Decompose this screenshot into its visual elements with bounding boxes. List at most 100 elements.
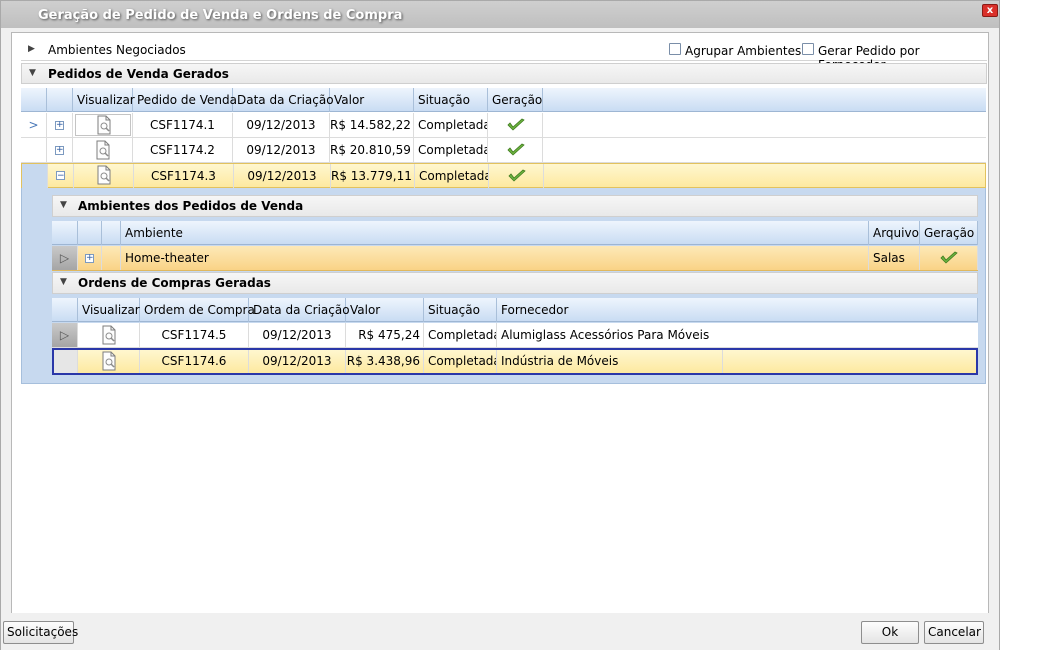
detail-panel: ▼ Ambientes dos Pedidos de Venda Ambient… — [21, 188, 986, 384]
ordens-grid-header: Visualizar Ordem de Compra Data da Criaç… — [52, 298, 978, 322]
spacer-cell — [102, 246, 121, 270]
valor-cell: R$ 20.810,59 — [330, 138, 414, 162]
collapsed-arrow-icon[interactable]: ▶ — [28, 44, 35, 54]
ambientes-negociados-label: Ambientes Negociados — [48, 43, 186, 57]
header-data-criacao[interactable]: Data da Criação — [249, 298, 350, 322]
row-marker-cell — [22, 164, 48, 188]
header-geracao[interactable]: Geração — [920, 221, 978, 245]
cancelar-button[interactable]: Cancelar — [924, 621, 984, 644]
table-row-selected[interactable]: − CSF1174.3 09/12/2013 R$ 13.779,11 Comp… — [21, 163, 986, 188]
fornecedor-cell: Indústria de Móveis — [497, 350, 723, 373]
expand-icon[interactable]: + — [55, 121, 64, 130]
header-visualizar[interactable]: Visualizar — [73, 88, 135, 112]
table-row[interactable]: + CSF1174.2 09/12/2013 R$ 20.810,59 Comp… — [21, 138, 986, 163]
dialog-content: ▶ Ambientes Negociados Agrupar Ambientes… — [11, 32, 989, 614]
ambientes-pedidos-section-label: Ambientes dos Pedidos de Venda — [78, 199, 304, 213]
header-spacer-cell — [102, 221, 121, 245]
pedidos-grid-header: Visualizar Pedido de Venda Data da Criaç… — [21, 88, 986, 112]
header-situacao[interactable]: Situação — [414, 88, 488, 112]
table-row-selected[interactable]: ▷ + Home-theater Salas — [52, 246, 978, 271]
valor-cell: R$ 13.779,11 — [331, 164, 415, 188]
data-cell: 09/12/2013 — [234, 164, 331, 188]
header-data-criacao[interactable]: Data da Criação — [233, 88, 334, 112]
expand-icon[interactable]: + — [85, 254, 94, 263]
header-pedido-venda[interactable]: Pedido de Venda — [133, 88, 237, 112]
visualizar-cell — [73, 113, 133, 137]
collapse-icon[interactable]: − — [56, 171, 65, 181]
ambientes-pedidos-section-bar[interactable]: ▼ Ambientes dos Pedidos de Venda — [52, 195, 978, 217]
document-preview-icon[interactable] — [94, 140, 112, 160]
row-marker-cell — [54, 350, 78, 373]
situacao-cell: Completada — [414, 138, 488, 162]
solicitacoes-button[interactable]: Solicitações — [3, 621, 78, 644]
situacao-cell: Completada — [424, 350, 497, 373]
row-marker-cell: ▷ — [52, 246, 78, 270]
fornecedor-cell: Alumiglass Acessórios Para Móveis — [501, 328, 710, 342]
valor-cell: R$ 3.438,96 — [346, 350, 424, 373]
valor-cell: R$ 14.582,22 — [330, 113, 414, 137]
pedidos-section-label: Pedidos de Venda Gerados — [48, 67, 229, 81]
visualizar-cell — [78, 323, 140, 347]
expand-icon[interactable]: + — [55, 146, 64, 155]
checkmark-icon — [507, 143, 525, 156]
title-bar[interactable]: Geração de Pedido de Venda e Ordens de C… — [1, 1, 999, 28]
expanded-arrow-icon[interactable]: ▼ — [29, 68, 36, 78]
document-preview-icon[interactable] — [100, 325, 118, 345]
table-row-focused[interactable]: CSF1174.6 09/12/2013 R$ 3.438,96 Complet… — [52, 348, 978, 375]
visualizar-cell — [74, 164, 134, 188]
ambientes-negociados-bar[interactable]: ▶ Ambientes Negociados Agrupar Ambientes… — [21, 40, 987, 72]
row-marker-cell: ▷ — [52, 323, 78, 347]
checkmark-icon — [508, 169, 526, 182]
ambiente-cell: Home-theater — [121, 246, 869, 270]
header-valor[interactable]: Valor — [346, 298, 424, 322]
document-preview-icon[interactable] — [100, 351, 118, 371]
header-visualizar[interactable]: Visualizar — [78, 298, 140, 322]
header-marker-cell — [21, 88, 47, 112]
agrupar-ambientes-label: Agrupar Ambientes — [685, 44, 802, 58]
visualizar-cell — [73, 138, 133, 162]
geracao-cell — [488, 138, 543, 162]
expanded-arrow-icon[interactable]: ▼ — [60, 200, 67, 210]
document-preview-icon — [97, 115, 111, 135]
geracao-cell — [489, 164, 544, 188]
header-fornecedor[interactable]: Fornecedor — [497, 298, 978, 322]
table-row[interactable]: ▷ CSF1174.5 09/12/2013 R$ 475,24 Complet… — [52, 323, 978, 348]
document-preview-icon[interactable] — [95, 165, 113, 185]
ordens-section-bar[interactable]: ▼ Ordens de Compras Geradas — [52, 272, 978, 294]
header-marker-cell — [52, 298, 78, 322]
table-row[interactable]: > + CSF1174.1 09/12/2013 R$ 14.582,22 Co… — [21, 113, 986, 138]
close-button[interactable]: x — [982, 4, 998, 17]
situacao-cell: Completada — [415, 164, 489, 188]
dialog-window: Geração de Pedido de Venda e Ordens de C… — [0, 0, 1000, 650]
ordem-cell: CSF1174.5 — [140, 323, 249, 347]
ok-button[interactable]: Ok — [861, 621, 919, 644]
pedido-cell: CSF1174.3 — [134, 164, 234, 188]
agrupar-ambientes-checkbox[interactable] — [669, 43, 681, 55]
data-cell: 09/12/2013 — [249, 323, 346, 347]
gerar-pedido-checkbox[interactable] — [802, 43, 814, 55]
header-expander-cell — [47, 88, 73, 112]
header-ambiente[interactable]: Ambiente — [121, 221, 869, 245]
geracao-cell — [920, 246, 978, 270]
expander-cell: + — [47, 113, 73, 137]
dialog-footer: Solicitações Ok Cancelar — [1, 613, 999, 650]
valor-cell: R$ 475,24 — [346, 323, 424, 347]
header-situacao[interactable]: Situação — [424, 298, 497, 322]
checkmark-icon — [507, 118, 525, 131]
header-ordem-compra[interactable]: Ordem de Compra — [140, 298, 255, 322]
header-valor[interactable]: Valor — [330, 88, 414, 112]
window-title: Geração de Pedido de Venda e Ordens de C… — [38, 8, 403, 23]
expanded-arrow-icon[interactable]: ▼ — [60, 277, 67, 287]
arquivo-cell: Salas — [869, 246, 920, 270]
ordens-section-label: Ordens de Compras Geradas — [78, 276, 271, 290]
visualizar-button[interactable] — [75, 114, 131, 136]
pedidos-section-bar[interactable]: ▼ Pedidos de Venda Gerados — [21, 63, 987, 84]
expander-cell: − — [48, 164, 74, 188]
row-marker-cell — [21, 138, 47, 162]
header-arquivo[interactable]: Arquivo — [869, 221, 920, 245]
pedido-cell: CSF1174.1 — [133, 113, 233, 137]
data-cell: 09/12/2013 — [249, 350, 346, 373]
header-geracao[interactable]: Geração — [488, 88, 543, 112]
situacao-cell: Completada — [424, 323, 497, 347]
checkmark-icon — [940, 251, 958, 264]
